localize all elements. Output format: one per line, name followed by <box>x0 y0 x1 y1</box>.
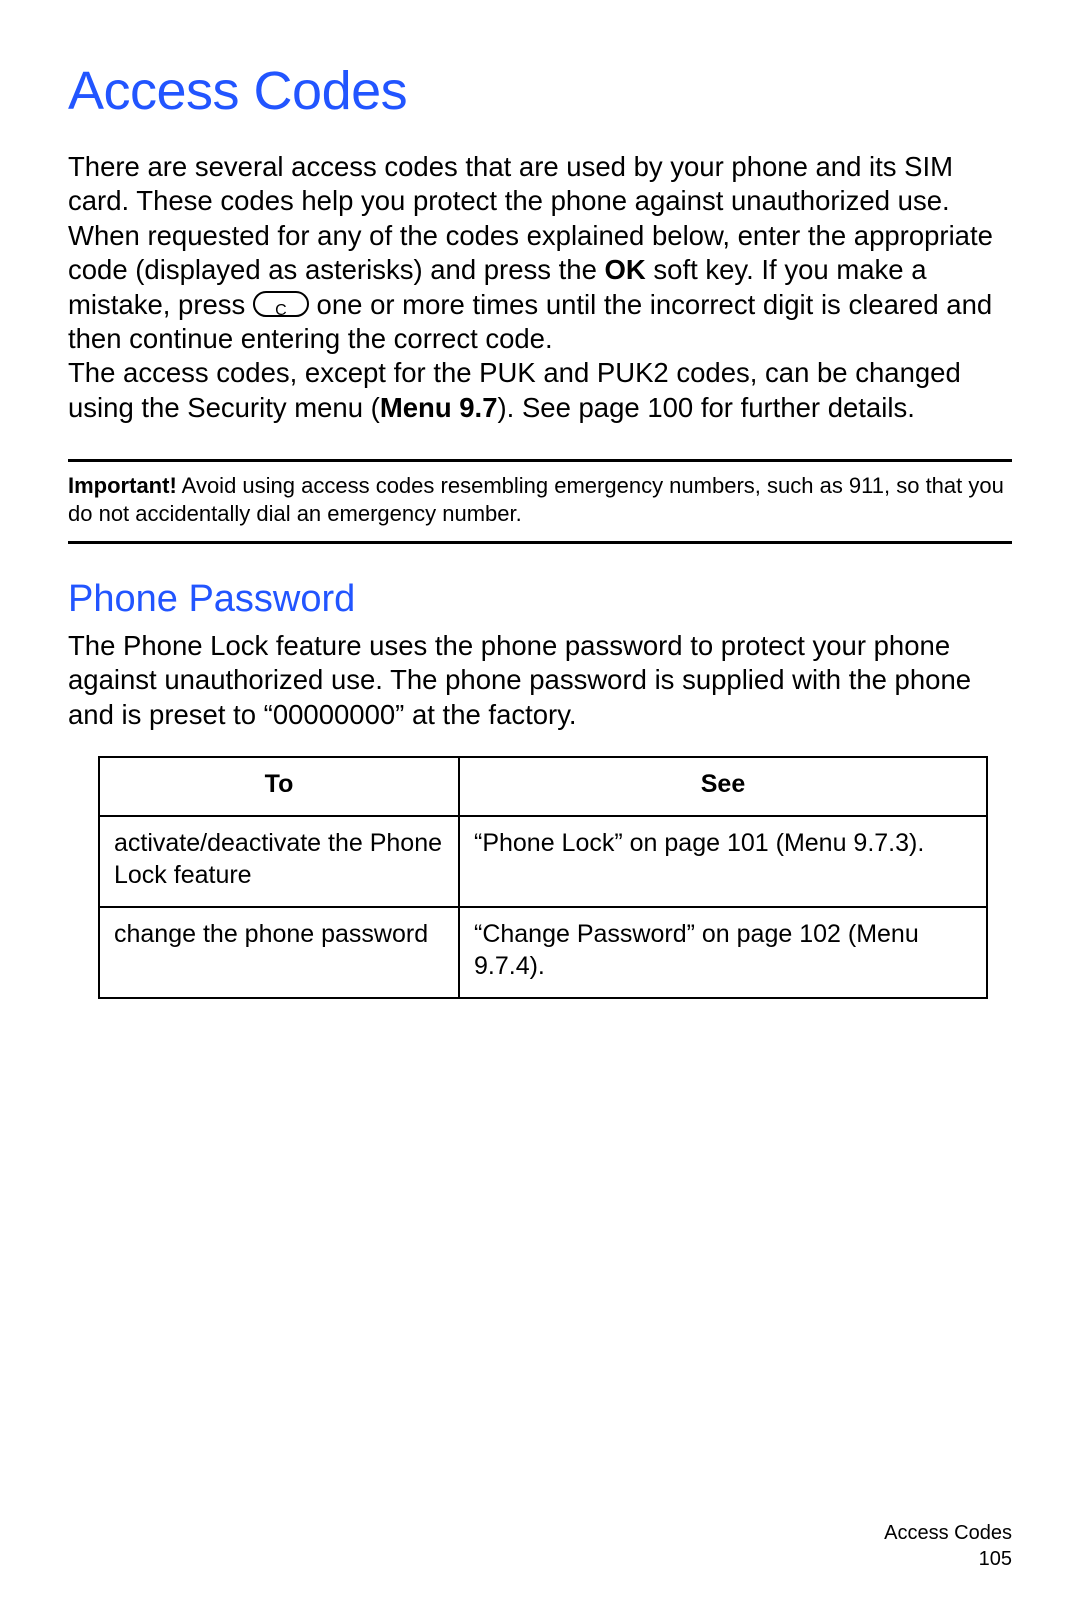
cell-see: “Phone Lock” on page 101 (Menu 9.7.3). <box>459 816 987 907</box>
header-to: To <box>99 757 459 816</box>
page-title: Access Codes <box>68 60 1012 122</box>
note-label: Important! <box>68 473 177 498</box>
page-footer: Access Codes 105 <box>884 1520 1012 1572</box>
menu-ref: Menu 9.7.3 <box>784 829 909 857</box>
cell-to: change the phone password <box>99 907 459 998</box>
table-row: change the phone password “Change Passwo… <box>99 907 987 998</box>
footer-page-number: 105 <box>884 1546 1012 1572</box>
c-key-icon <box>253 291 309 317</box>
text: “Change Password” on page 102 ( <box>474 920 856 948</box>
header-see: See <box>459 757 987 816</box>
section-heading-phone-password: Phone Password <box>68 578 1012 621</box>
menu-ref: Menu 9.7 <box>380 392 498 423</box>
reference-table: To See activate/deactivate the Phone Loc… <box>98 756 988 999</box>
footer-section-name: Access Codes <box>884 1520 1012 1546</box>
intro-paragraph-3: The access codes, except for the PUK and… <box>68 356 1012 425</box>
table-header-row: To See <box>99 757 987 816</box>
intro-paragraph-2: When requested for any of the codes expl… <box>68 219 1012 357</box>
table-row: activate/deactivate the Phone Lock featu… <box>99 816 987 907</box>
phone-password-body: The Phone Lock feature uses the phone pa… <box>68 629 1012 732</box>
intro-paragraph-1: There are several access codes that are … <box>68 150 1012 219</box>
text: ). See page 100 for further details. <box>498 392 915 423</box>
text: “Phone Lock” on page 101 ( <box>474 829 784 857</box>
text: ). <box>530 952 545 980</box>
text: ). <box>909 829 924 857</box>
cell-to: activate/deactivate the Phone Lock featu… <box>99 816 459 907</box>
important-note: Important! Avoid using access codes rese… <box>68 459 1012 544</box>
ok-softkey-label: OK <box>605 254 646 285</box>
cell-see: “Change Password” on page 102 (Menu 9.7.… <box>459 907 987 998</box>
note-text: Avoid using access codes resembling emer… <box>68 473 1004 526</box>
